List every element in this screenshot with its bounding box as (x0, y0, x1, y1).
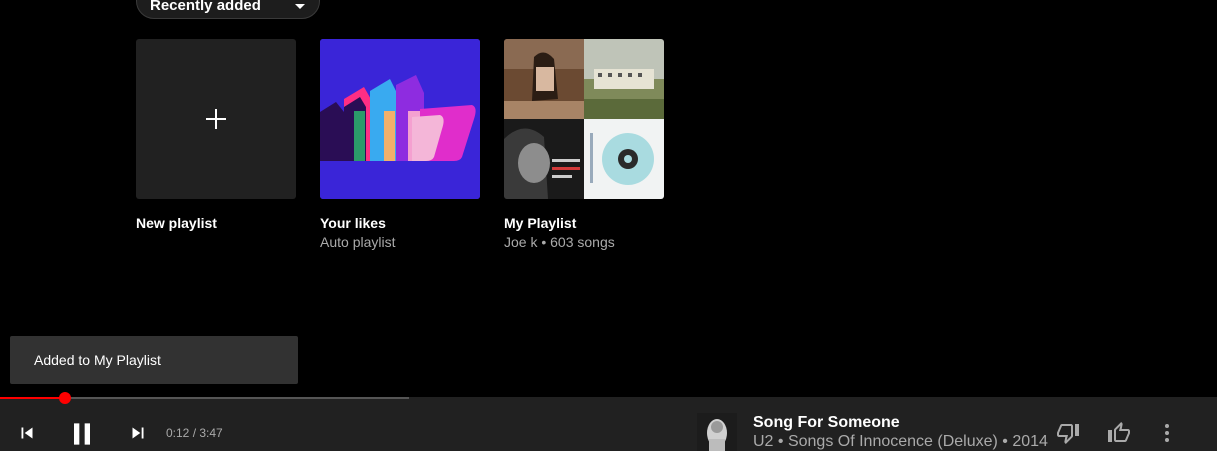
new-playlist-button[interactable] (136, 39, 296, 199)
album-cover-2 (584, 39, 664, 119)
caret-down-icon (295, 4, 305, 9)
playlist-card-my-playlist: My Playlist Joe k • 603 songs (504, 39, 664, 250)
album-cover-1 (504, 39, 584, 119)
plus-icon (206, 109, 226, 129)
playlist-card-likes: Your likes Auto playlist (320, 39, 480, 250)
sort-dropdown-label: Recently added (150, 0, 261, 14)
playlist-card-new: New playlist (136, 39, 296, 231)
skip-next-icon[interactable] (127, 422, 149, 444)
playlist-thumbnail-mosaic[interactable] (504, 39, 664, 199)
playlist-title[interactable]: My Playlist (504, 215, 664, 231)
track-title[interactable]: Song For Someone (753, 414, 900, 432)
skip-previous-icon[interactable] (16, 422, 38, 444)
library-page: Recently added New playlist Your likes A… (0, 0, 1217, 451)
playlist-title[interactable]: Your likes (320, 215, 480, 231)
playlist-subtitle: Auto playlist (320, 234, 396, 250)
playback-time: 0:12 / 3:47 (166, 426, 223, 440)
thumb-up-icon[interactable] (1107, 421, 1131, 445)
more-vert-icon[interactable] (1155, 421, 1179, 445)
track-album-art[interactable] (697, 413, 737, 451)
playlist-title[interactable]: New playlist (136, 215, 296, 231)
playlist-thumbnail-likes[interactable] (320, 39, 480, 199)
playlist-subtitle: Joe k • 603 songs (504, 234, 615, 250)
progress-knob[interactable] (58, 392, 71, 404)
pause-icon[interactable] (66, 418, 98, 450)
toast-notification: Added to My Playlist (10, 336, 298, 384)
progress-bar[interactable] (0, 392, 409, 404)
thumb-down-icon[interactable] (1056, 421, 1080, 445)
likes-artwork (320, 39, 480, 199)
toast-message: Added to My Playlist (34, 352, 161, 368)
sort-dropdown[interactable]: Recently added (136, 0, 320, 19)
album-cover-4 (584, 119, 664, 199)
album-cover-3 (504, 119, 584, 199)
track-meta[interactable]: U2 • Songs Of Innocence (Deluxe) • 2014 (753, 433, 1048, 451)
progress-fill (0, 397, 65, 399)
